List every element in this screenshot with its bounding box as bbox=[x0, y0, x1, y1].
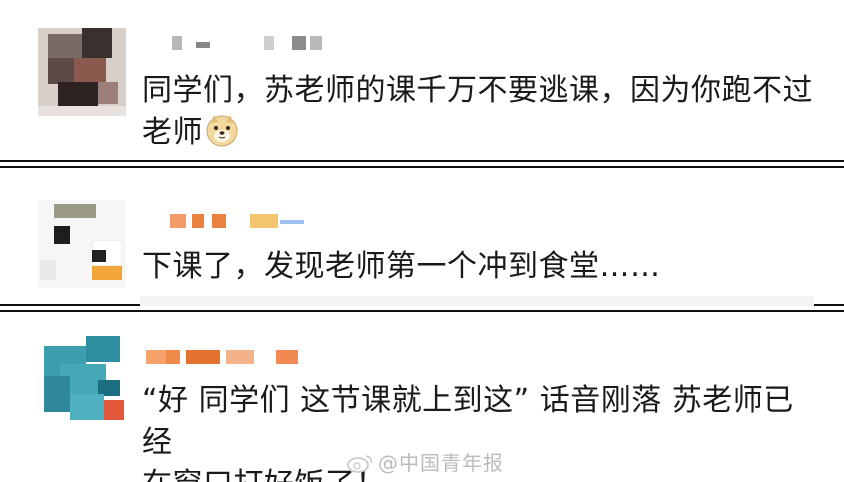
comment-card-2: 下课了，发现老师第一个冲到食堂…… bbox=[0, 166, 844, 306]
username-blurred[interactable] bbox=[170, 214, 310, 230]
comment-text: 下课了，发现老师第一个冲到食堂…… bbox=[142, 246, 814, 288]
doge-emoji-icon bbox=[206, 115, 238, 147]
comment-text: 同学们，苏老师的课千万不要逃课，因为你跑不过 老师 bbox=[142, 70, 814, 154]
source-watermark: @中国青年报 bbox=[346, 447, 504, 476]
watermark-text: @中国青年报 bbox=[378, 451, 504, 475]
weibo-icon bbox=[347, 455, 372, 473]
next-comment-peek bbox=[140, 296, 814, 306]
comment-card-3: “好 同学们 这节课就上到这” 话音刚落 苏老师已经 在窗口打好饭了！ @中国青… bbox=[0, 310, 844, 482]
username-blurred[interactable] bbox=[172, 36, 342, 52]
comment-line: 下课了，发现老师第一个冲到食堂…… bbox=[142, 249, 661, 284]
comment-line: 老师 bbox=[142, 112, 814, 154]
avatar[interactable] bbox=[38, 200, 126, 288]
comment-card-1: 同学们，苏老师的课千万不要逃课，因为你跑不过 老师 bbox=[0, 0, 844, 162]
comment-thread: 同学们，苏老师的课千万不要逃课，因为你跑不过 老师 下课了，发现老师第一个冲到食… bbox=[0, 0, 844, 482]
comment-line-text: 老师 bbox=[142, 115, 203, 150]
comment-line: 同学们，苏老师的课千万不要逃课，因为你跑不过 bbox=[142, 73, 813, 108]
username-blurred[interactable] bbox=[146, 350, 306, 366]
avatar[interactable] bbox=[38, 336, 126, 424]
avatar[interactable] bbox=[38, 28, 126, 116]
